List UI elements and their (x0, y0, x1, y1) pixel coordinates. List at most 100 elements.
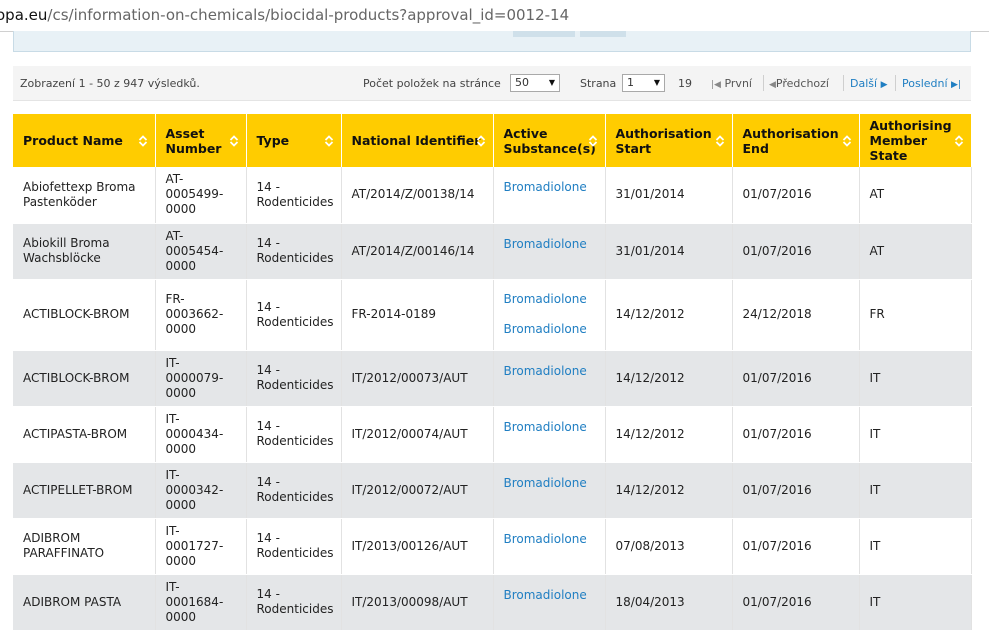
sort-icon[interactable] (229, 134, 239, 148)
address-bar-fade (967, 0, 989, 31)
national-identifier-cell: IT/2012/00072/AUT (341, 462, 494, 519)
sort-icon[interactable] (138, 134, 148, 148)
previous-page-label: Předchozí (775, 77, 829, 90)
column-header-authorisation-end[interactable]: Authorisation End (732, 114, 860, 167)
column-header-label: National Identifier (351, 133, 481, 148)
authorisation-end-cell: 01/07/2016 (732, 350, 860, 407)
page-select[interactable]: 1 ▼ (622, 74, 665, 92)
table-row[interactable]: ADIBROM PARAFFINATO IT-0001727-0000 14 - R… (13, 518, 972, 575)
table-row[interactable]: ACTIBLOCK-BROM IT-0000079-0000 14 - Rodent… (13, 350, 972, 407)
authorisation-start-cell: 07/08/2013 (605, 518, 733, 575)
column-header-label: Authorising Member State (869, 118, 952, 163)
column-header-label: Product Name (23, 133, 123, 148)
previous-page-icon: ◀ (769, 80, 776, 90)
address-bar[interactable]: opa.eu/cs/information-on-chemicals/bioci… (0, 0, 989, 32)
last-page-link[interactable]: Poslední ▶| (902, 77, 961, 90)
member-state-cell: IT (859, 406, 972, 463)
pager-divider (763, 75, 764, 91)
sort-icon[interactable] (476, 134, 486, 148)
type-cell: 14 - Rodenticides (246, 350, 342, 407)
authorisation-end-cell: 24/12/2018 (732, 279, 860, 351)
product-name-cell: ACTIPASTA-BROM (13, 406, 156, 463)
column-header-product-name[interactable]: Product Name (13, 114, 156, 167)
page-value: 1 (627, 76, 634, 89)
pager-divider (843, 75, 844, 91)
member-state-cell: IT (859, 350, 972, 407)
asset-number-cell: FR-0003662-0000 (155, 279, 247, 351)
sort-icon[interactable] (715, 134, 725, 148)
product-name-cell: ACTIBLOCK-BROM (13, 279, 156, 351)
asset-number-cell: IT-0000342-0000 (155, 462, 247, 519)
active-substance-link[interactable]: Bromadiolone (504, 532, 595, 547)
member-state-cell: FR (859, 279, 972, 351)
column-header-asset-number[interactable]: Asset Number (155, 114, 247, 167)
type-cell: 14 - Rodenticides (246, 462, 342, 519)
filter-button-edge[interactable] (513, 31, 575, 37)
national-identifier-cell: IT/2012/00073/AUT (341, 350, 494, 407)
sort-icon[interactable] (324, 134, 334, 148)
member-state-cell: IT (859, 518, 972, 575)
active-substance-cell: Bromadiolone (493, 518, 606, 575)
active-substance-cell: Bromadiolone (493, 574, 606, 631)
type-cell: 14 - Rodenticides (246, 518, 342, 575)
active-substance-link[interactable]: Bromadiolone (504, 420, 595, 435)
next-page-link[interactable]: Další ▶ (850, 77, 887, 90)
per-page-select[interactable]: 50 ▼ (510, 74, 560, 92)
chevron-down-icon: ▼ (548, 78, 555, 87)
product-name-cell: ACTIPELLET-BROM (13, 462, 156, 519)
active-substance-link[interactable]: Bromadiolone (504, 292, 595, 307)
type-cell: 14 - Rodenticides (246, 279, 342, 351)
member-state-cell: IT (859, 574, 972, 631)
table-row[interactable]: ACTIBLOCK-BROM FR-0003662-0000 14 - Rodent… (13, 279, 972, 351)
sort-icon[interactable] (954, 134, 964, 148)
active-substance-link[interactable]: Bromadiolone (504, 476, 595, 491)
type-cell: 14 - Rodenticides (246, 406, 342, 463)
column-header-authorisation-start[interactable]: Authorisation Start (605, 114, 733, 167)
per-page-label: Počet položek na stránce (363, 77, 501, 90)
column-header-authorising-member-state[interactable]: Authorising Member State (859, 114, 972, 167)
table-row[interactable]: ACTIPELLET-BROM IT-0000342-0000 14 - Roden… (13, 462, 972, 519)
authorisation-start-cell: 14/12/2012 (605, 406, 733, 463)
member-state-cell: AT (859, 167, 972, 224)
active-substance-link[interactable]: Bromadiolone (504, 180, 595, 195)
search-filter-panel (13, 31, 971, 52)
active-substance-cell: Bromadiolone (493, 167, 606, 224)
column-header-label: Authorisation End (742, 125, 839, 156)
national-identifier-cell: IT/2013/00126/AUT (341, 518, 494, 575)
sort-icon[interactable] (588, 134, 598, 148)
table-row[interactable]: ACTIPASTA-BROM IT-0000434-0000 14 - Rodent… (13, 406, 972, 463)
first-page-label: První (724, 77, 752, 90)
products-table: Product Name Asset Number Type National Ide… (13, 114, 972, 631)
reset-button-edge[interactable] (580, 31, 626, 37)
last-page-label: Poslední (902, 77, 948, 90)
column-header-label: Active Substance(s) (503, 125, 596, 156)
table-row[interactable]: Abiofettexp Broma Pastenköder AT-0005499-… (13, 167, 972, 224)
member-state-cell: IT (859, 462, 972, 519)
column-header-type[interactable]: Type (246, 114, 342, 167)
first-page-link[interactable]: |◀ První (711, 77, 752, 90)
authorisation-end-cell: 01/07/2016 (732, 406, 860, 463)
column-header-label: Type (256, 133, 290, 148)
authorisation-end-cell: 01/07/2016 (732, 462, 860, 519)
active-substance-cell: Bromadiolone Bromadiolone (493, 279, 606, 351)
first-page-icon: |◀ (711, 80, 721, 90)
asset-number-cell: AT-0005499-0000 (155, 167, 247, 224)
national-identifier-cell: FR-2014-0189 (341, 279, 494, 351)
active-substance-link[interactable]: Bromadiolone (504, 322, 595, 337)
asset-number-cell: IT-0001684-0000 (155, 574, 247, 631)
active-substance-link[interactable]: Bromadiolone (504, 364, 595, 379)
previous-page-link[interactable]: ◀Předchozí (769, 77, 829, 90)
pager-divider (895, 75, 896, 91)
national-identifier-cell: IT/2012/00074/AUT (341, 406, 494, 463)
table-row[interactable]: ADIBROM PASTA IT-0001684-0000 14 - Rodenti… (13, 574, 972, 631)
next-page-icon: ▶ (880, 80, 888, 90)
column-header-active-substances[interactable]: Active Substance(s) (493, 114, 606, 167)
column-header-label: Authorisation Start (615, 125, 712, 156)
active-substance-link[interactable]: Bromadiolone (504, 588, 595, 603)
table-row[interactable]: Abiokill Broma Wachsblöcke AT-0005454-000… (13, 223, 972, 280)
url-text[interactable]: opa.eu/cs/information-on-chemicals/bioci… (0, 6, 569, 24)
chevron-down-icon: ▼ (653, 78, 660, 87)
column-header-national-identifier[interactable]: National Identifier (341, 114, 494, 167)
sort-icon[interactable] (842, 134, 852, 148)
active-substance-link[interactable]: Bromadiolone (504, 237, 595, 252)
